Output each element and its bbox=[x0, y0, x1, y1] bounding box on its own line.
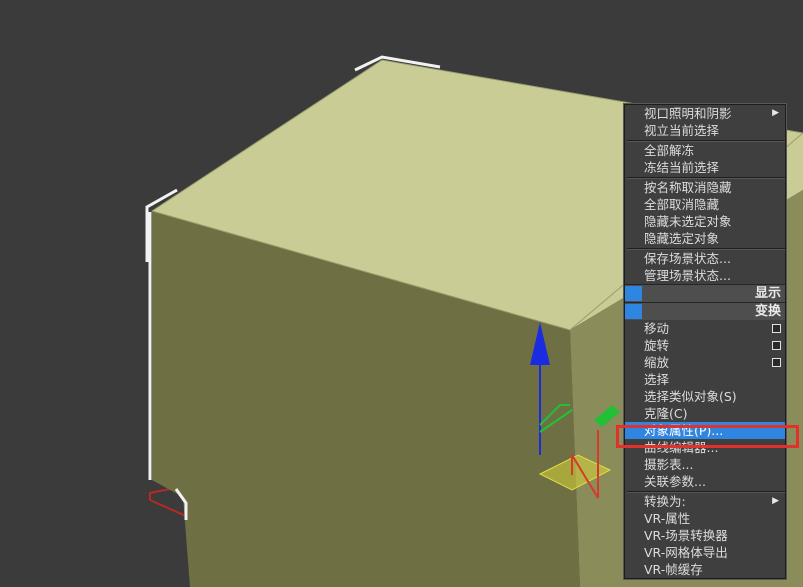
menu-item-label: 摄影表... bbox=[644, 457, 694, 472]
menu-item-clone[interactable]: 克隆(C) bbox=[625, 405, 785, 422]
menu-item-manage-scene-states[interactable]: 管理场景状态... bbox=[625, 267, 785, 284]
settings-box-icon[interactable] bbox=[772, 341, 781, 350]
quad-header-transform[interactable]: 变换 bbox=[625, 302, 785, 320]
menu-item-label: VR-帧缓存 bbox=[644, 562, 703, 577]
menu-item-unhide-by-name[interactable]: 按名称取消隐藏 bbox=[625, 179, 785, 196]
menu-item-scale[interactable]: 缩放 bbox=[625, 354, 785, 371]
menu-item-label: 视立当前选择 bbox=[644, 123, 720, 138]
menu-item-convert-to[interactable]: 转换为: ▶ bbox=[625, 493, 785, 510]
menu-item-select[interactable]: 选择 bbox=[625, 371, 785, 388]
menu-item-label: 全部解冻 bbox=[644, 143, 695, 158]
quad-header-label: 变换 bbox=[754, 304, 781, 319]
menu-item-label: 全部取消隐藏 bbox=[644, 197, 720, 212]
menu-item-vr-properties[interactable]: VR-属性 bbox=[625, 510, 785, 527]
menu-item-label: 对象属性(P)... bbox=[644, 423, 724, 438]
menu-item-wire-parameters[interactable]: 关联参数... bbox=[625, 473, 785, 490]
menu-item-label: 选择 bbox=[644, 372, 670, 387]
menu-item-label: 旋转 bbox=[644, 338, 670, 353]
menu-item-vr-mesh-export[interactable]: VR-网格体导出 bbox=[625, 544, 785, 561]
menu-item-save-scene-state[interactable]: 保存场景状态... bbox=[625, 250, 785, 267]
quad-header-label: 显示 bbox=[754, 286, 781, 301]
menu-item-label: 关联参数... bbox=[644, 474, 706, 489]
menu-item-label: 管理场景状态... bbox=[644, 268, 731, 283]
settings-box-icon[interactable] bbox=[772, 324, 781, 333]
menu-item-unhide-all[interactable]: 全部取消隐藏 bbox=[625, 196, 785, 213]
menu-item-unfreeze-all[interactable]: 全部解冻 bbox=[625, 142, 785, 159]
menu-item-label: 选择类似对象(S) bbox=[644, 389, 737, 404]
menu-item-label: VR-场景转换器 bbox=[644, 528, 728, 543]
menu-item-label: 按名称取消隐藏 bbox=[644, 180, 732, 195]
menu-item-label: 克隆(C) bbox=[644, 406, 688, 421]
menu-item-isolate-selection[interactable]: 视立当前选择 bbox=[625, 122, 785, 139]
menu-item-label: 隐藏选定对象 bbox=[644, 231, 720, 246]
menu-item-label: VR-网格体导出 bbox=[644, 545, 728, 560]
quad-color-swatch bbox=[625, 304, 642, 319]
menu-item-label: 移动 bbox=[644, 321, 670, 336]
menu-item-label: 视口照明和阴影 bbox=[644, 106, 732, 121]
menu-item-object-properties[interactable]: 对象属性(P)... bbox=[625, 422, 785, 439]
menu-item-hide-unselected[interactable]: 隐藏未选定对象 bbox=[625, 213, 785, 230]
menu-item-viewport-lighting[interactable]: 视口照明和阴影 ▶ bbox=[625, 105, 785, 122]
menu-item-label: 隐藏未选定对象 bbox=[644, 214, 732, 229]
menu-item-label: 冻结当前选择 bbox=[644, 160, 720, 175]
menu-item-rotate[interactable]: 旋转 bbox=[625, 337, 785, 354]
menu-item-curve-editor[interactable]: 曲线编辑器... bbox=[625, 439, 785, 456]
quad-header-display[interactable]: 显示 bbox=[625, 284, 785, 302]
menu-item-label: 转换为: bbox=[644, 494, 686, 509]
menu-item-label: VR-属性 bbox=[644, 511, 691, 526]
triangle-right-icon: ▶ bbox=[772, 496, 779, 506]
triangle-right-icon: ▶ bbox=[772, 108, 779, 118]
menu-item-label: 缩放 bbox=[644, 355, 670, 370]
quad-menu: 视口照明和阴影 ▶ 视立当前选择 全部解冻 冻结当前选择 按名称取消隐藏 全部取… bbox=[624, 104, 786, 579]
menu-item-dope-sheet[interactable]: 摄影表... bbox=[625, 456, 785, 473]
settings-box-icon[interactable] bbox=[772, 358, 781, 367]
menu-item-label: 保存场景状态... bbox=[644, 251, 731, 266]
menu-item-freeze-selection[interactable]: 冻结当前选择 bbox=[625, 159, 785, 176]
menu-item-select-similar[interactable]: 选择类似对象(S) bbox=[625, 388, 785, 405]
menu-item-hide-selection[interactable]: 隐藏选定对象 bbox=[625, 230, 785, 247]
menu-item-move[interactable]: 移动 bbox=[625, 320, 785, 337]
menu-item-vr-scene-converter[interactable]: VR-场景转换器 bbox=[625, 527, 785, 544]
menu-item-vr-frame-buffer[interactable]: VR-帧缓存 bbox=[625, 561, 785, 578]
quad-color-swatch bbox=[625, 286, 642, 301]
menu-item-label: 曲线编辑器... bbox=[644, 440, 719, 455]
